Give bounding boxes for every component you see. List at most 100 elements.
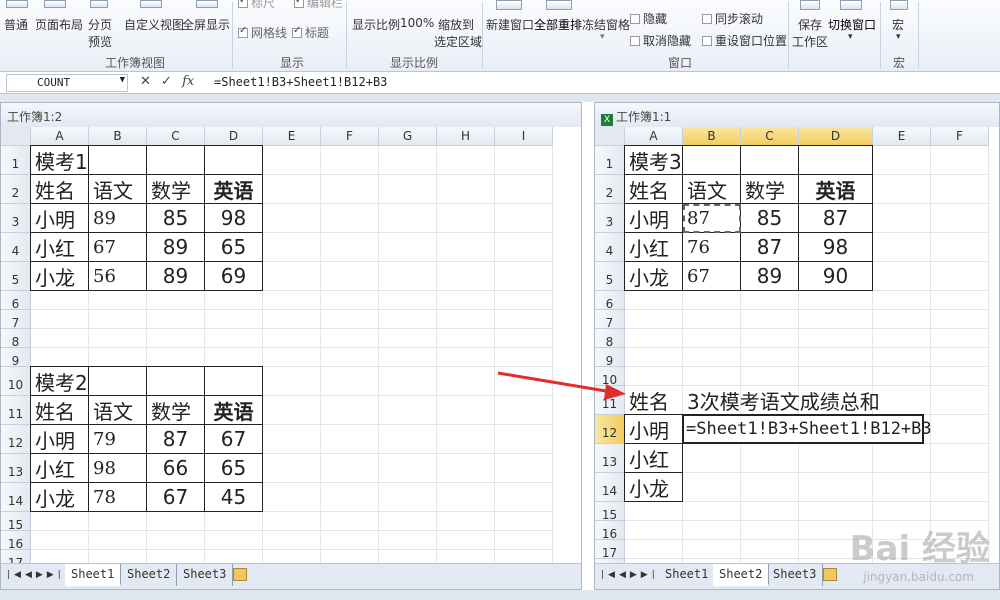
summary-name-cell[interactable]: 小红 <box>625 444 683 473</box>
worksheet-grid-left[interactable]: A B C D E F G H I 1 2 3 4 5 6 7 8 9 10 11 12 13 14 15 16 17 模考1 姓名语… <box>1 127 581 565</box>
column-header-g[interactable]: G <box>379 127 437 146</box>
active-cell-editor[interactable]: =Sheet1!B3+Sheet1!B12+B3 <box>682 414 932 444</box>
switch-window-dropdown-icon[interactable]: ▾ <box>848 32 853 42</box>
select-all-corner[interactable] <box>1 127 31 146</box>
row-header-3[interactable]: 3 <box>1 204 31 233</box>
score-cell[interactable]: 79 <box>89 425 147 454</box>
score-cell[interactable]: 67 <box>147 483 205 512</box>
header-cell[interactable]: 语文 <box>89 396 147 425</box>
empty-cell[interactable] <box>89 146 147 175</box>
column-header-a[interactable]: A <box>625 127 683 146</box>
name-box[interactable]: COUNT ▼ <box>6 74 128 92</box>
header-cell[interactable]: 姓名 <box>31 175 89 204</box>
header-cell[interactable]: 语文 <box>89 175 147 204</box>
name-cell[interactable]: 小明 <box>31 425 89 454</box>
summary-name-cell[interactable]: 小龙 <box>625 473 683 502</box>
column-header-c[interactable]: C <box>741 127 799 146</box>
row-header-12[interactable]: 12 <box>1 425 31 454</box>
column-header-d[interactable]: D <box>205 127 263 146</box>
score-cell[interactable]: 69 <box>205 262 263 291</box>
row-header-14[interactable]: 14 <box>1 483 31 512</box>
row-header-3[interactable]: 3 <box>595 204 625 233</box>
sync-scroll-button[interactable]: 同步滚动 <box>702 10 763 27</box>
column-header-f[interactable]: F <box>321 127 379 146</box>
row-header-8[interactable]: 8 <box>595 329 625 349</box>
tab-scroll-arrows-icon[interactable]: |◀◀▶▶| <box>7 570 65 580</box>
empty-cell[interactable] <box>683 146 741 175</box>
empty-cell[interactable] <box>799 146 873 175</box>
score-cell[interactable]: 90 <box>799 262 873 291</box>
name-cell[interactable]: 小红 <box>31 233 89 262</box>
score-cell[interactable]: 67 <box>89 233 147 262</box>
row-header-8[interactable]: 8 <box>1 329 31 349</box>
normal-view-button[interactable]: 普通 <box>4 16 28 33</box>
row-header-13[interactable]: 13 <box>595 444 625 473</box>
row-header-1[interactable]: 1 <box>1 146 31 175</box>
freeze-panes-button[interactable]: 冻结窗格 <box>582 16 630 33</box>
score-cell[interactable]: 45 <box>205 483 263 512</box>
tab-sheet3-left[interactable]: Sheet3 <box>177 564 234 586</box>
header-cell[interactable]: 数学 <box>741 175 799 204</box>
edit-bar-checkbox[interactable]: 编辑栏 <box>294 0 343 11</box>
row-header-1[interactable]: 1 <box>595 146 625 175</box>
score-cell[interactable]: 76 <box>683 233 741 262</box>
header-cell[interactable]: 语文 <box>683 175 741 204</box>
name-cell[interactable]: 小红 <box>31 454 89 483</box>
row-header-10[interactable]: 10 <box>595 367 625 387</box>
score-cell[interactable]: 87 <box>799 204 873 233</box>
score-cell[interactable]: 89 <box>89 204 147 233</box>
save-workspace-button-line1[interactable]: 保存 <box>798 16 822 33</box>
column-header-h[interactable]: H <box>437 127 495 146</box>
row-header-2[interactable]: 2 <box>1 175 31 204</box>
empty-cell[interactable] <box>205 367 263 396</box>
name-cell[interactable]: 小明 <box>625 204 683 233</box>
workbook-window-right[interactable]: X工作簿1:1 ABCDEF12345678910111213141516171… <box>594 102 1000 590</box>
column-header-b[interactable]: B <box>683 127 741 146</box>
score-cell[interactable]: 85 <box>147 204 205 233</box>
score-cell[interactable]: 89 <box>147 262 205 291</box>
zoom-100-button[interactable]: 100% <box>400 16 434 30</box>
column-header-f[interactable]: F <box>931 127 989 146</box>
worksheet-grid-right[interactable]: ABCDEF123456789101112131415161718模考3姓名语文… <box>595 127 999 565</box>
name-cell[interactable]: 小龙 <box>31 262 89 291</box>
score-cell[interactable]: 78 <box>89 483 147 512</box>
tab-sheet3-right[interactable]: Sheet3 <box>767 564 824 586</box>
score-cell[interactable]: 66 <box>147 454 205 483</box>
custom-view-button[interactable]: 自定义视图 <box>124 16 184 33</box>
header-cell[interactable]: 英语 <box>205 175 263 204</box>
page-break-button-line1[interactable]: 分页 <box>88 16 112 33</box>
column-header-c[interactable]: C <box>147 127 205 146</box>
column-header-e[interactable]: E <box>263 127 321 146</box>
enter-icon[interactable]: ✓ <box>161 74 172 89</box>
row-header-6[interactable]: 6 <box>1 291 31 311</box>
score-cell[interactable]: 87 <box>683 204 741 233</box>
tab-sheet1-left[interactable]: Sheet1 <box>65 564 122 586</box>
empty-cell[interactable] <box>147 146 205 175</box>
fullscreen-button[interactable]: 全屏显示 <box>182 16 230 33</box>
header-cell[interactable]: 数学 <box>147 175 205 204</box>
score-cell[interactable]: 98 <box>89 454 147 483</box>
row-header-11[interactable]: 11 <box>595 386 625 415</box>
tab-scroll-arrows-icon[interactable]: |◀◀▶▶| <box>601 570 659 580</box>
insert-sheet-icon[interactable] <box>233 568 247 581</box>
score-cell[interactable]: 89 <box>741 262 799 291</box>
workbook-window-left[interactable]: 工作簿1:2 A B C D E F G H I 1 2 3 4 5 6 7 8 9 10 11 12 13 14 15 16 1… <box>0 102 582 590</box>
row-header-14[interactable]: 14 <box>595 473 625 502</box>
score-cell[interactable]: 56 <box>89 262 147 291</box>
row-header-9[interactable]: 9 <box>595 348 625 368</box>
summary-name-header[interactable]: 姓名 <box>625 386 683 415</box>
column-header-e[interactable]: E <box>873 127 931 146</box>
header-cell[interactable]: 数学 <box>147 396 205 425</box>
page-break-button-line2[interactable]: 预览 <box>88 33 112 50</box>
tab-sheet2-right[interactable]: Sheet2 <box>713 564 770 586</box>
zoom-button[interactable]: 显示比例 <box>352 16 400 33</box>
insert-sheet-icon[interactable] <box>823 568 837 581</box>
summary-name-cell[interactable]: 小明 <box>625 415 683 444</box>
table-title[interactable]: 模考1 <box>31 146 89 175</box>
column-header-a[interactable]: A <box>31 127 89 146</box>
arrange-all-button[interactable]: 全部重排 <box>534 16 582 33</box>
score-cell[interactable]: 67 <box>205 425 263 454</box>
unhide-button[interactable]: 取消隐藏 <box>630 32 691 49</box>
score-cell[interactable]: 98 <box>205 204 263 233</box>
insert-function-icon[interactable]: fx <box>182 74 194 89</box>
